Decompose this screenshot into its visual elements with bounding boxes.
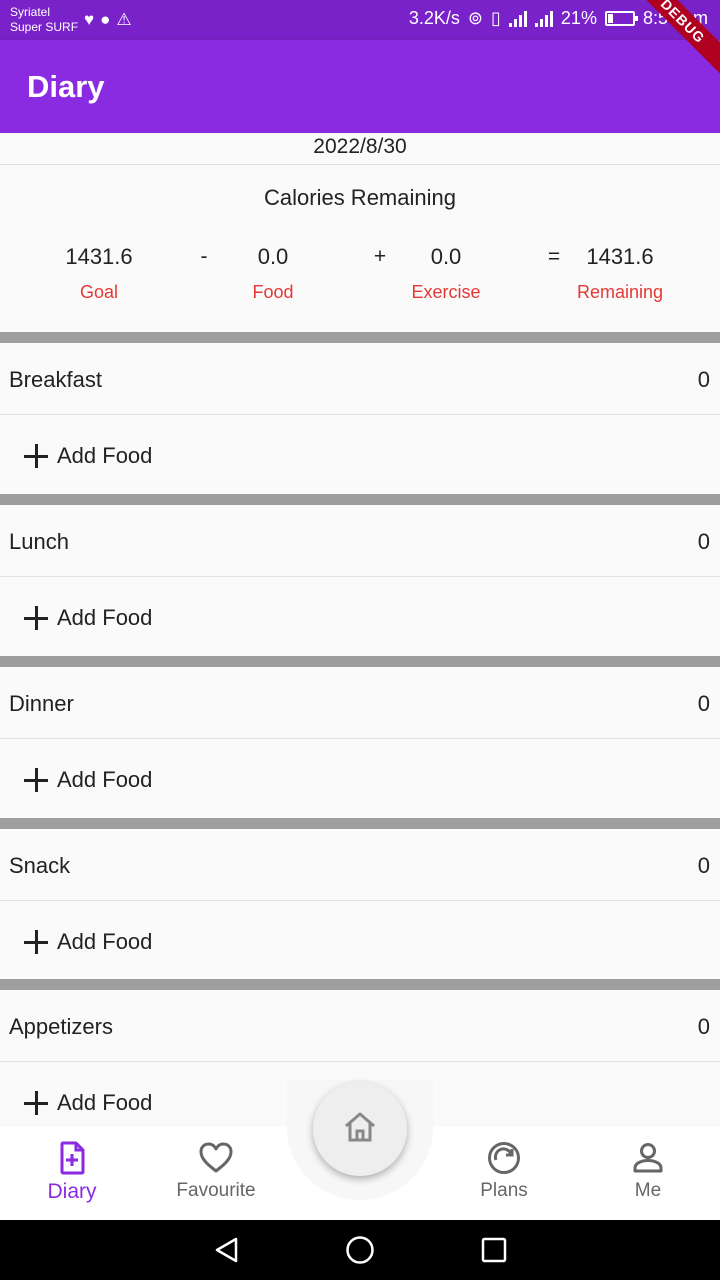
exercise-label: Exercise — [411, 282, 481, 302]
calories-summary: Calories Remaining 1431.6 Goal - 0.0 Foo… — [0, 165, 720, 332]
carrier-name: Syriatel Super SURF — [10, 5, 78, 35]
meal-calories: 0 — [697, 367, 710, 392]
calories-title: Calories Remaining — [264, 185, 456, 210]
nav-label-diary: Diary — [47, 1180, 97, 1203]
recents-icon[interactable] — [479, 1235, 509, 1265]
section-divider — [0, 494, 720, 505]
battery-percent: 21% — [560, 8, 597, 28]
exercise-column: 0.0 Exercise — [371, 244, 521, 303]
add-food-label: Add Food — [57, 767, 153, 792]
nav-me[interactable]: Me — [588, 1140, 708, 1202]
goal-column: 1431.6 Goal — [24, 244, 174, 303]
carrier-line1: Syriatel — [10, 5, 51, 19]
food-label: Food — [252, 282, 294, 302]
hotspot-icon: ⊚ — [467, 8, 484, 28]
vibrate-icon: ▯ — [491, 8, 501, 28]
meal-header-dinner[interactable]: Dinner 0 — [0, 667, 720, 739]
signal-icon — [508, 10, 527, 27]
meal-name: Lunch — [9, 529, 69, 554]
signal-4g-icon — [534, 10, 553, 27]
meal-name: Snack — [9, 853, 71, 878]
battery-icon — [604, 11, 638, 26]
section-divider — [0, 656, 720, 667]
meal-name: Appetizers — [9, 1014, 113, 1039]
remaining-label: Remaining — [576, 282, 664, 302]
home-system-icon[interactable] — [345, 1235, 375, 1265]
plus-icon — [24, 606, 48, 630]
plus-icon — [24, 444, 48, 468]
meal-header-lunch[interactable]: Lunch 0 — [0, 505, 720, 577]
section-divider — [0, 818, 720, 829]
food-column: 0.0 Food — [198, 244, 348, 303]
nav-diary[interactable]: Diary — [12, 1140, 132, 1204]
system-nav-bar — [0, 1220, 720, 1280]
nav-favourite[interactable]: Favourite — [156, 1140, 276, 1202]
home-button[interactable] — [313, 1082, 407, 1176]
meal-name: Breakfast — [9, 367, 102, 392]
nav-plans[interactable]: Plans — [444, 1140, 564, 1202]
back-icon[interactable] — [212, 1235, 242, 1265]
add-food-button-breakfast[interactable]: Add Food — [0, 416, 720, 494]
food-value: 0.0 — [257, 244, 289, 269]
meal-name: Dinner — [9, 691, 74, 716]
meal-header-breakfast[interactable]: Breakfast 0 — [0, 343, 720, 415]
health-icon: ♥ — [84, 10, 95, 29]
goal-label: Goal — [79, 282, 119, 302]
network-speed: 3.2K/s — [408, 8, 460, 28]
page-title: Diary — [27, 69, 105, 104]
nav-label-plans: Plans — [480, 1180, 528, 1201]
add-food-label: Add Food — [57, 443, 153, 468]
clock: 8:59 am — [642, 8, 708, 28]
meal-calories: 0 — [697, 529, 710, 554]
section-divider — [0, 979, 720, 990]
add-food-label: Add Food — [57, 929, 153, 954]
heart-icon — [199, 1142, 233, 1173]
add-food-label: Add Food — [57, 1090, 153, 1115]
add-food-button-snack[interactable]: Add Food — [0, 902, 720, 980]
diary-date[interactable]: 2022/8/30 — [0, 133, 720, 165]
meal-header-appetizers[interactable]: Appetizers 0 — [0, 990, 720, 1062]
plus-icon — [24, 768, 48, 792]
meal-header-snack[interactable]: Snack 0 — [0, 829, 720, 901]
add-food-button-lunch[interactable]: Add Food — [0, 578, 720, 656]
goal-value: 1431.6 — [65, 244, 133, 269]
person-icon — [633, 1143, 663, 1173]
remaining-column: 1431.6 Remaining — [545, 244, 695, 303]
message-icon: ● — [100, 10, 111, 29]
nav-label-me: Me — [634, 1180, 662, 1201]
section-divider — [0, 332, 720, 343]
status-bar: Syriatel Super SURF ♥ ● ⚠ 3.2K/s ⊚ ▯ 21%… — [0, 0, 720, 40]
add-food-button-dinner[interactable]: Add Food — [0, 740, 720, 818]
warning-icon: ⚠ — [116, 10, 132, 29]
plus-icon — [24, 1091, 48, 1115]
meal-calories: 0 — [697, 1014, 710, 1039]
diary-icon — [60, 1141, 85, 1175]
add-food-label: Add Food — [57, 605, 153, 630]
remaining-value: 1431.6 — [586, 244, 654, 269]
meal-calories: 0 — [697, 691, 710, 716]
plus-icon — [24, 930, 48, 954]
app-bar: Diary — [0, 40, 720, 133]
home-icon — [345, 1112, 375, 1142]
carrier-line2: Super SURF — [10, 20, 79, 34]
nav-label-favourite: Favourite — [176, 1180, 256, 1201]
plans-icon — [488, 1142, 520, 1174]
exercise-value: 0.0 — [430, 244, 462, 269]
meal-calories: 0 — [697, 853, 710, 878]
